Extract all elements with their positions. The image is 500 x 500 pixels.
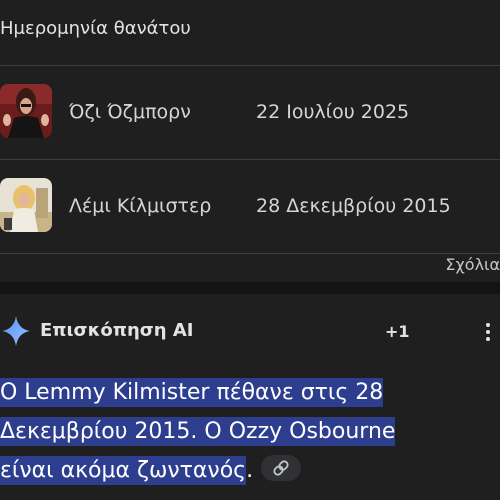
trailing-period: . — [246, 458, 254, 483]
divider — [0, 253, 500, 254]
section-separator — [0, 282, 500, 294]
ai-overview-text: Ο Lemmy Kilmister πέθανε στις 28 Δεκεμβρ… — [0, 373, 500, 490]
ozzy-osbourne-photo — [0, 84, 52, 138]
lemmy-kilmister-photo — [0, 178, 52, 232]
table-row[interactable]: Λέμι Κίλμιστερ 28 Δεκεμβρίου 2015 — [0, 160, 500, 254]
highlighted-text: Δεκεμβρίου 2015. Ο Ozzy Osbourne — [0, 417, 396, 446]
row-date: 22 Ιουλίου 2025 — [256, 101, 410, 123]
sparkle-icon — [2, 316, 30, 346]
ai-overview-title: Επισκόπηση AI — [40, 320, 194, 341]
row-date: 28 Δεκεμβρίου 2015 — [256, 195, 451, 217]
row-name[interactable]: Λέμι Κίλμιστερ — [69, 195, 211, 217]
link-icon[interactable] — [261, 455, 302, 481]
column-header-death-date: Ημερομηνία θανάτου — [0, 18, 191, 39]
table-row[interactable]: Όζι Όζμπορν 22 Ιουλίου 2025 — [0, 66, 500, 160]
clipped-top-text — [0, 0, 500, 6]
source-count-badge[interactable]: +1 — [385, 322, 410, 341]
row-name[interactable]: Όζι Όζμπορν — [69, 101, 191, 123]
highlighted-text: είναι ακόμα ζωντανός — [0, 456, 247, 485]
highlighted-text: Ο Lemmy Kilmister πέθανε στις 28 — [0, 378, 384, 407]
more-options-icon[interactable] — [480, 320, 496, 346]
comments-link[interactable]: Σχόλια — [445, 255, 500, 274]
